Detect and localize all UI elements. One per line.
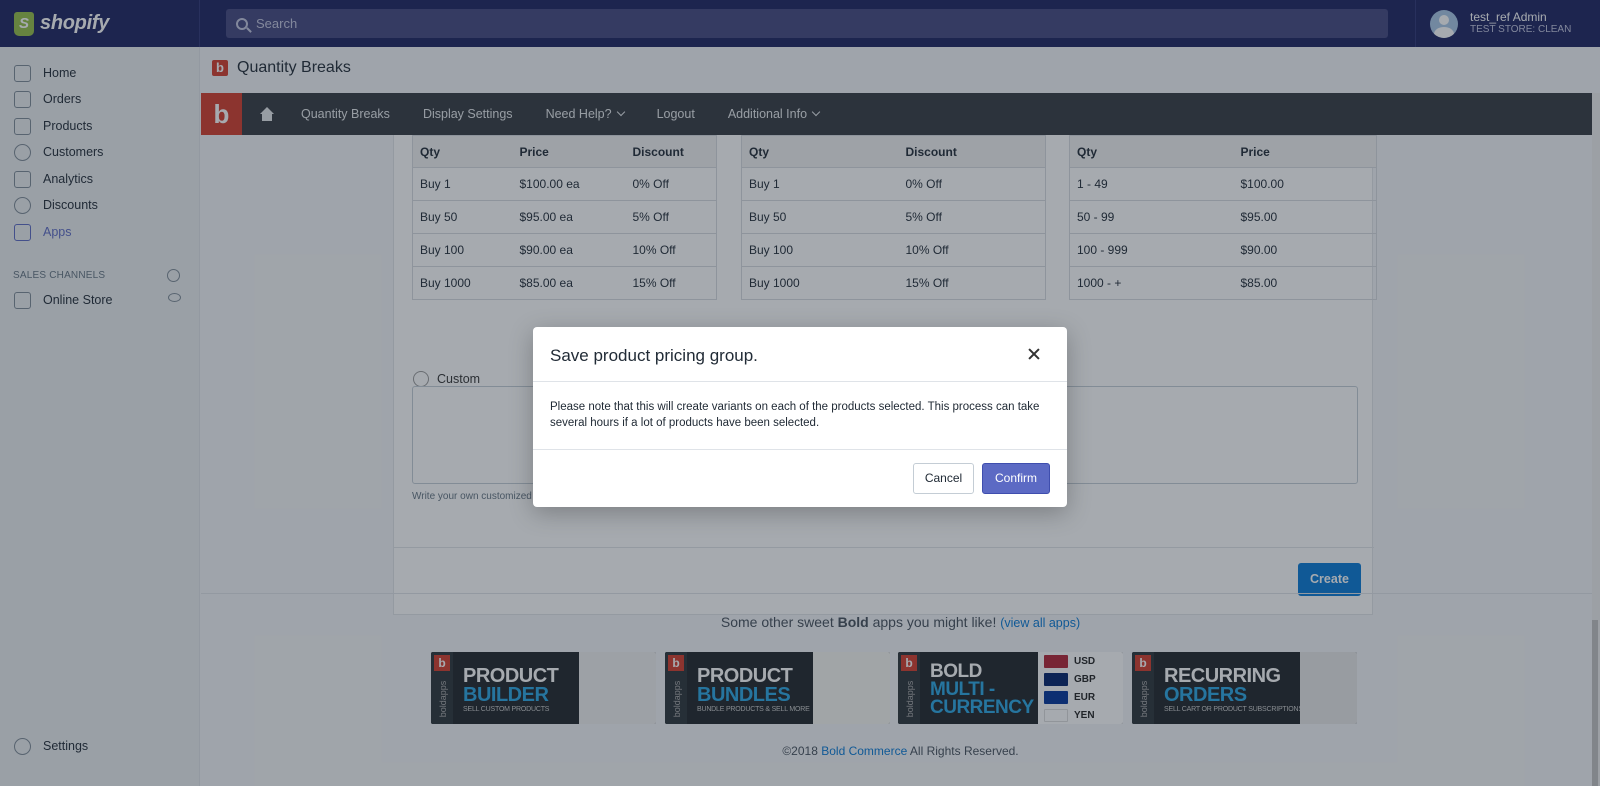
modal-title: Save product pricing group. bbox=[550, 346, 758, 365]
modal-body: Please note that this will create varian… bbox=[550, 401, 1040, 429]
close-icon[interactable] bbox=[1024, 344, 1044, 364]
cancel-button[interactable]: Cancel bbox=[913, 463, 974, 494]
confirm-button[interactable]: Confirm bbox=[982, 463, 1050, 494]
save-pricing-group-modal: Save product pricing group. Please note … bbox=[533, 327, 1067, 507]
divider bbox=[533, 449, 1067, 450]
divider bbox=[533, 381, 1067, 382]
